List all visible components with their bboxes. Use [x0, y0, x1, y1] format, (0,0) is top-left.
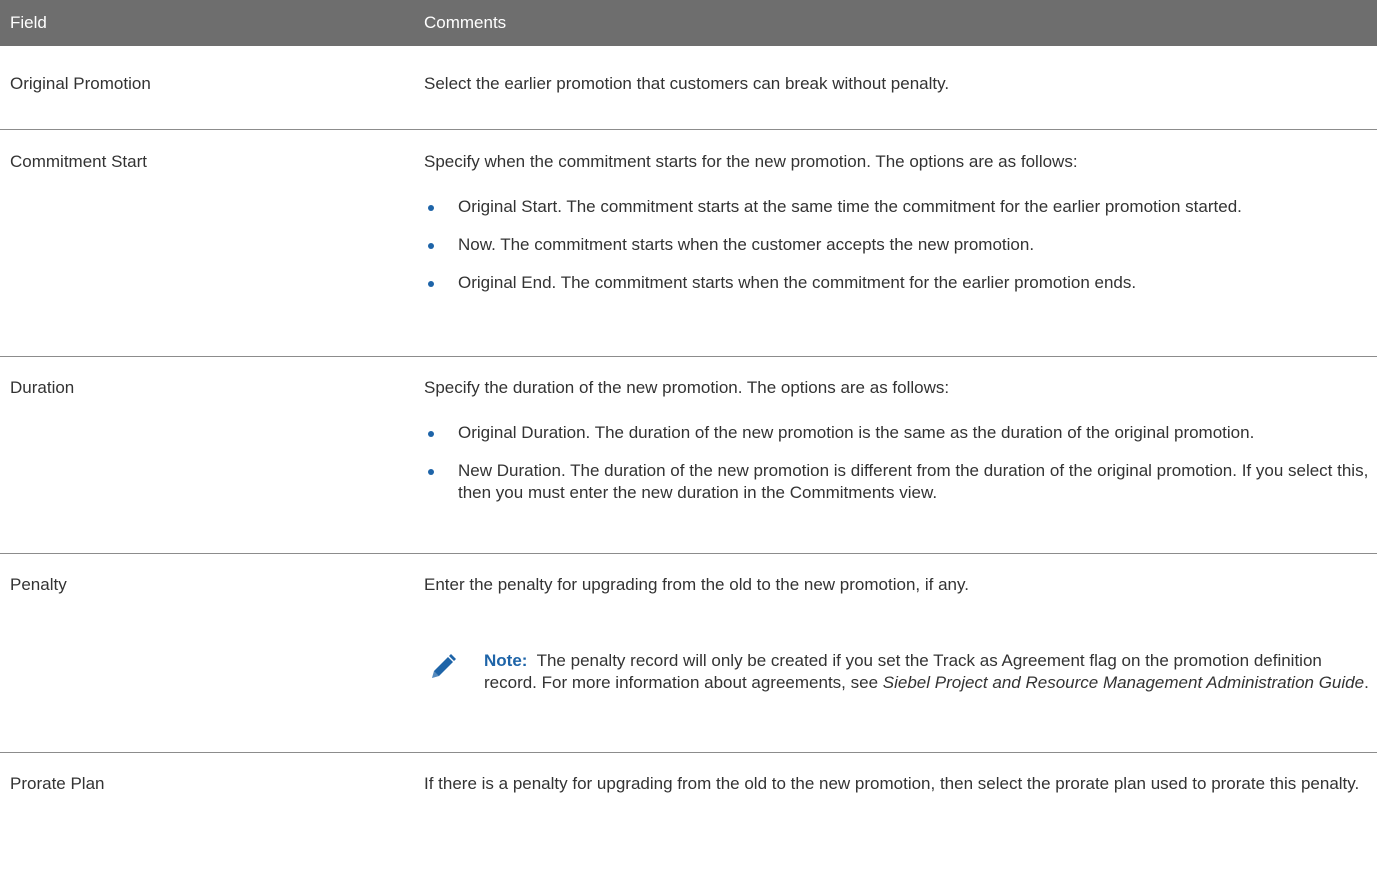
field-name: Commitment Start [10, 152, 147, 171]
comment-text: Select the earlier promotion that custom… [424, 74, 950, 93]
fields-table: Field Comments Original Promotion Select… [0, 0, 1377, 878]
note-label: Note: [484, 651, 528, 670]
guide-link[interactable]: Siebel Project and Resource Management A… [883, 673, 1364, 692]
list-item: Original Start. The commitment starts at… [424, 196, 1369, 218]
list-item: Original Duration. The duration of the n… [424, 422, 1369, 444]
header-field: Field [10, 13, 47, 32]
comment-text: Specify the duration of the new promotio… [424, 378, 950, 397]
bullet-icon [428, 431, 434, 437]
comment-text: Specify when the commitment starts for t… [424, 152, 1078, 171]
field-name: Prorate Plan [10, 774, 105, 793]
comment-text: If there is a penalty for upgrading from… [424, 774, 1360, 793]
comment-text: Enter the penalty for upgrading from the… [424, 575, 969, 594]
pencil-icon [432, 654, 456, 678]
header-comments: Comments [424, 13, 507, 32]
field-name: Penalty [10, 575, 67, 594]
options-list: Original Start. The commitment starts at… [424, 196, 1369, 294]
field-name: Original Promotion [10, 74, 151, 93]
table-row: Prorate Plan If there is a penalty for u… [0, 753, 1377, 878]
field-comments: Select the earlier promotion that custom… [424, 73, 1369, 95]
field-comments: Enter the penalty for upgrading from the… [424, 574, 1369, 694]
table-header: Field Comments [0, 0, 1377, 46]
note-callout: Note: The penalty record will only be cr… [424, 650, 1369, 694]
field-name: Duration [10, 378, 75, 397]
bullet-icon [428, 205, 434, 211]
bullet-icon [428, 243, 434, 249]
options-list: Original Duration. The duration of the n… [424, 422, 1369, 504]
field-comments: Specify when the commitment starts for t… [424, 151, 1369, 294]
list-item: Now. The commitment starts when the cust… [424, 234, 1369, 256]
bullet-icon [428, 281, 434, 287]
table-row: Commitment Start Specify when the commit… [0, 130, 1377, 357]
field-comments: If there is a penalty for upgrading from… [424, 773, 1369, 795]
table-row: Original Promotion Select the earlier pr… [0, 46, 1377, 130]
list-item: New Duration. The duration of the new pr… [424, 460, 1369, 504]
field-comments: Specify the duration of the new promotio… [424, 377, 1369, 504]
table-row: Duration Specify the duration of the new… [0, 357, 1377, 554]
list-item: Original End. The commitment starts when… [424, 272, 1369, 294]
bullet-icon [428, 469, 434, 475]
table-row: Penalty Enter the penalty for upgrading … [0, 554, 1377, 753]
